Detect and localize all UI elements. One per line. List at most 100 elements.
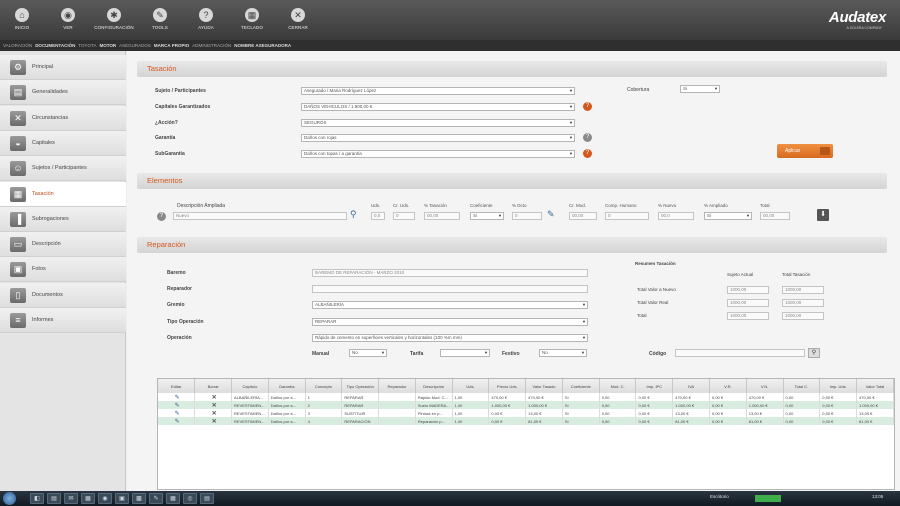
taskbar-app-icon[interactable]: ▦ [81, 493, 95, 504]
start-button[interactable] [3, 492, 16, 505]
elementos-column-input[interactable]: 00,00 [424, 212, 460, 220]
edit-icon[interactable]: ✎ [158, 401, 196, 409]
help-icon[interactable]: ? [583, 133, 592, 142]
taskbar-app-icon[interactable]: ▤ [200, 493, 214, 504]
table-column-header[interactable]: Precio Uds. [488, 379, 527, 393]
elementos-column-input[interactable]: 00,00 [760, 212, 790, 220]
edit-icon[interactable]: ✎ [158, 393, 196, 401]
table-column-header[interactable]: Uds. [452, 379, 490, 393]
delete-icon[interactable]: ✕ [194, 401, 233, 409]
sidebar-item-0[interactable]: ⚙ Principal [0, 55, 126, 80]
taskbar-app-icon[interactable]: ▣ [115, 493, 129, 504]
search-icon[interactable]: ⚲ [350, 209, 357, 220]
reparacion-field-select[interactable]: Rápido de cemento en superficies vertica… [312, 334, 588, 342]
sidebar-item-4[interactable]: ☺ Sujetos / Participantes [0, 156, 126, 182]
sidebar-item-7[interactable]: ▭ Descripción [0, 232, 126, 258]
tasacion-field-select[interactable]: Asegurado / Maria Rodríguez López ▼ [301, 87, 575, 95]
table-column-header[interactable]: Reparador [378, 379, 416, 393]
toolbar-button-configuracin[interactable]: ✱ CONFIGURACIÓN [94, 3, 134, 30]
aplicar-button[interactable]: Aplicar [777, 144, 833, 158]
tasacion-field-select[interactable]: DAÑOS VEHICULOS / 1.900,00 € ▼ [301, 103, 575, 111]
sidebar-item-5[interactable]: ▦ Tasación [0, 181, 126, 207]
taskbar-app-icon[interactable]: ◎ [183, 493, 197, 504]
table-column-header[interactable]: V.R. [709, 379, 747, 393]
elementos-column-input[interactable]: 00,00 [569, 212, 597, 220]
toolbar-button-ver[interactable]: ◉ VER [48, 3, 88, 30]
elementos-column-input[interactable]: 00,0 [658, 212, 694, 220]
elementos-column-input[interactable]: 0 [512, 212, 542, 220]
reparacion-field-select[interactable]: REPARAR ▼ [312, 318, 588, 326]
help-icon[interactable]: ? [583, 149, 592, 158]
edit-icon[interactable]: ✎ [158, 417, 196, 425]
reparacion-field-select[interactable]: ALBAÑILERÍA ▼ [312, 301, 588, 309]
taskbar-app-icon[interactable]: ✉ [64, 493, 78, 504]
table-row[interactable]: ✎ ✕ ALBAÑILERÍA... Daños por a... 1 REPARAR Rá… [158, 393, 894, 401]
table-column-header[interactable]: V.N. [746, 379, 784, 393]
table-row[interactable]: ✎ ✕ REVESTIMIEN... Daños por a... 3 SUSTITUIR… [158, 409, 894, 417]
sidebar-item-6[interactable]: ▐ Subrogaciones [0, 206, 126, 232]
table-column-header[interactable]: Mod. C. [599, 379, 637, 393]
table-column-header[interactable]: Valor Total [856, 379, 894, 393]
descripcion-ampliada-input[interactable]: Nuevo [173, 212, 347, 220]
breadcrumb-item[interactable]: MOTOR [99, 43, 116, 48]
taskbar-app-icon[interactable]: ▦ [166, 493, 180, 504]
download-icon[interactable]: ⬇ [817, 209, 829, 221]
delete-icon[interactable]: ✕ [194, 417, 233, 425]
table-column-header[interactable]: Descripción [415, 379, 453, 393]
help-icon[interactable]: ? [583, 102, 592, 111]
table-column-header[interactable]: Borrar [194, 379, 233, 393]
elementos-column-input[interactable]: 0,0 [371, 212, 385, 220]
breadcrumb-item[interactable]: TOYOTA [78, 43, 96, 48]
festivo-select[interactable]: No ▼ [539, 349, 587, 357]
reparacion-field-input[interactable]: BAREMO DE REPARACIÓN - MARZO 2010 [312, 269, 588, 277]
tasacion-field-select[interactable]: Daños con rojas ▼ [301, 134, 575, 142]
toolbar-button-tools[interactable]: ✎ TOOLS [140, 3, 180, 30]
breadcrumb-item[interactable]: ADMINISTRACIÓN [192, 43, 231, 48]
table-column-header[interactable]: Total C. [783, 379, 821, 393]
table-column-header[interactable]: Tipo Operación [341, 379, 380, 393]
table-column-header[interactable]: Imp. Uds. [819, 379, 858, 393]
sidebar-item-8[interactable]: ▣ Fotos [0, 257, 126, 283]
delete-icon[interactable]: ✕ [194, 409, 233, 417]
sidebar-item-3[interactable]: ◒ Capitales [0, 130, 126, 156]
sidebar-item-1[interactable]: ▤ Generalidades [0, 80, 126, 106]
sidebar-item-2[interactable]: ✕ Circunstancias [0, 105, 126, 131]
help-icon[interactable]: ? [157, 212, 166, 221]
breadcrumb-item[interactable]: ASEGURADOS [119, 43, 151, 48]
delete-icon[interactable]: ✕ [194, 393, 233, 401]
toolbar-button-teclado[interactable]: ▦ TECLADO [232, 3, 272, 30]
taskbar-app-icon[interactable]: ▤ [47, 493, 61, 504]
table-row[interactable]: ✎ ✕ REVESTIMIEN... Daños por a... 4 REPARACIÓ… [158, 417, 894, 425]
table-column-header[interactable]: Valor Tasado [525, 379, 563, 393]
breadcrumb-item[interactable]: MARCA PROPIO [154, 43, 189, 48]
search-icon[interactable]: ⚲ [808, 348, 820, 358]
cobertura-select[interactable]: Si ▼ [680, 85, 720, 93]
elementos-column-input[interactable]: Si ▼ [470, 212, 504, 220]
toolbar-button-ayuda[interactable]: ? AYUDA [186, 3, 226, 30]
toolbar-button-cerrar[interactable]: ✕ CERRAR [278, 3, 318, 30]
breadcrumb-item[interactable]: NOMBRE ASEGURADORA [234, 43, 291, 48]
table-column-header[interactable]: Concepto [305, 379, 343, 393]
table-column-header[interactable]: Editar [158, 379, 196, 393]
sidebar-item-10[interactable]: ≡ Informes [0, 308, 126, 333]
manual-select[interactable]: No ▼ [349, 349, 387, 357]
elementos-column-input[interactable]: 0 [393, 212, 415, 220]
breadcrumb-item[interactable]: DOCUMENTACIÓN [35, 43, 75, 48]
table-row[interactable]: ✎ ✕ REVESTIMIEN... Daños por a... 2 REPARAR Su… [158, 401, 894, 409]
tasacion-field-select[interactable]: Daños con topas / a garantía ▼ [301, 150, 575, 158]
elementos-column-input[interactable]: 0 [605, 212, 649, 220]
taskbar-app-icon[interactable]: ◉ [98, 493, 112, 504]
edit-icon[interactable]: ✎ [158, 409, 196, 417]
table-column-header[interactable]: Garantía [268, 379, 306, 393]
taskbar-app-icon[interactable]: ◧ [30, 493, 44, 504]
reparacion-field-input[interactable] [312, 285, 588, 293]
breadcrumb-item[interactable]: VALORACIÓN [3, 43, 32, 48]
taskbar-app-icon[interactable]: ▩ [132, 493, 146, 504]
elementos-column-input[interactable]: Si ▼ [704, 212, 752, 220]
codigo-input[interactable] [675, 349, 805, 357]
sidebar-item-9[interactable]: ▯ Documentos [0, 282, 126, 308]
tasacion-field-select[interactable]: SEGUROS ▼ [301, 119, 575, 127]
tarifa-select[interactable]: ▼ [440, 349, 490, 357]
table-column-header[interactable]: Capítulo [231, 379, 269, 393]
table-column-header[interactable]: Imp. IPC [635, 379, 674, 393]
